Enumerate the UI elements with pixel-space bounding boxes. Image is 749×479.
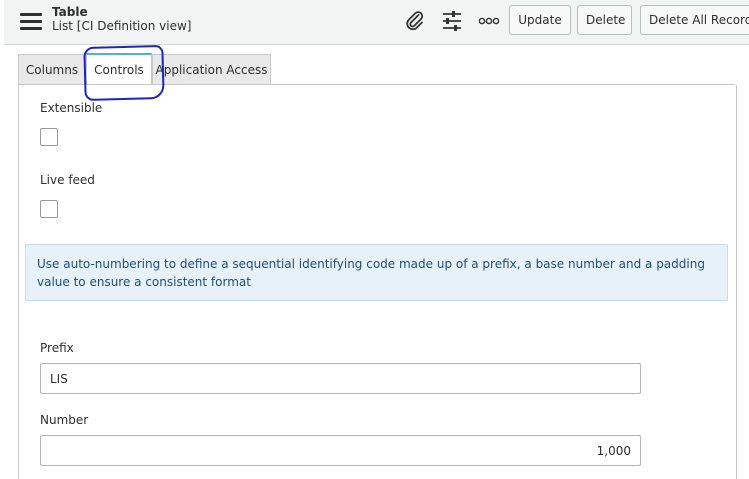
menu-icon[interactable]	[20, 13, 42, 31]
settings-sliders-icon[interactable]	[441, 10, 463, 36]
page-title: Table	[52, 5, 88, 19]
tab-controls[interactable]: Controls	[86, 53, 152, 85]
tab-application-access[interactable]: Application Access	[152, 54, 271, 85]
tab-columns[interactable]: Columns	[18, 54, 86, 85]
auto-numbering-info-message: Use auto-numbering to define a sequentia…	[25, 244, 728, 301]
number-label: Number	[40, 413, 89, 427]
extensible-checkbox[interactable]	[40, 128, 58, 146]
prefix-label: Prefix	[40, 341, 74, 355]
extensible-label: Extensible	[40, 101, 103, 115]
prefix-input[interactable]	[40, 363, 641, 394]
live-feed-label: Live feed	[40, 173, 95, 187]
update-button[interactable]: Update	[509, 5, 571, 35]
attachment-icon[interactable]	[404, 10, 426, 36]
controls-panel: Extensible Live feed Use auto-numbering …	[18, 85, 737, 479]
delete-button[interactable]: Delete	[577, 5, 632, 35]
form-header: Table List [CI Definition view] Update D…	[4, 0, 749, 45]
live-feed-checkbox[interactable]	[40, 200, 58, 218]
page-subtitle: List [CI Definition view]	[52, 19, 192, 33]
number-input[interactable]	[40, 435, 641, 466]
more-options-icon[interactable]	[478, 13, 500, 33]
delete-all-records-button[interactable]: Delete All Records	[640, 5, 749, 35]
